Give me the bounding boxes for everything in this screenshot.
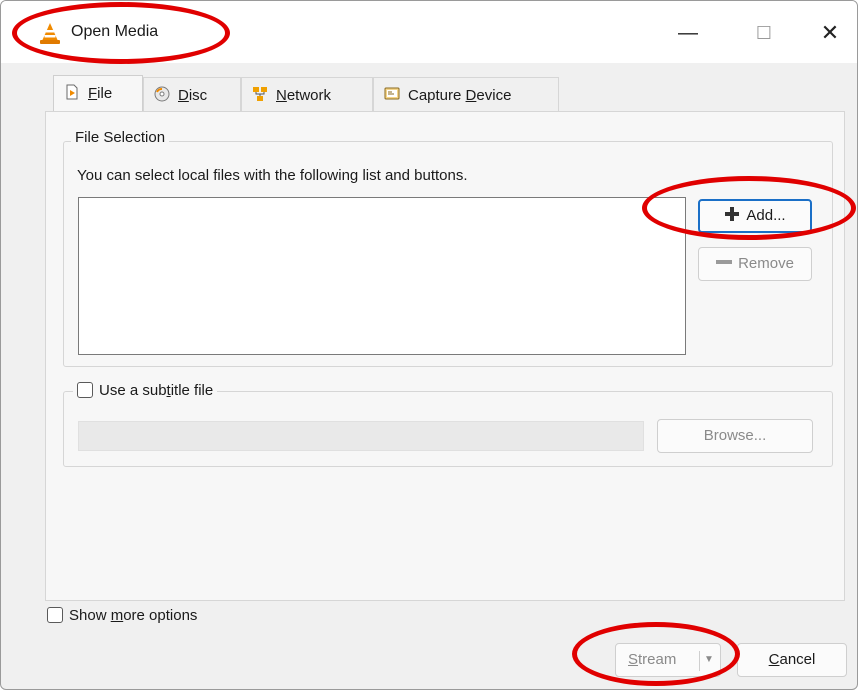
capture-device-icon: [384, 87, 400, 100]
browse-button[interactable]: Browse...: [657, 419, 813, 453]
close-button[interactable]: ✕: [807, 15, 853, 51]
open-media-dialog: Open Media — ☐ ✕ File Disc Network Captu: [0, 0, 858, 690]
show-more-options-label: Show more options: [69, 607, 198, 624]
add-button[interactable]: Add...: [698, 199, 812, 233]
tab-network-label: Network: [276, 87, 332, 104]
add-button-label: Add...: [746, 207, 786, 224]
tab-capture-label: Capture Device: [408, 87, 512, 104]
subtitle-checkbox-label: Use a subtitle file: [99, 382, 214, 399]
file-list[interactable]: [78, 197, 686, 355]
tab-disc-label: Disc: [178, 87, 208, 104]
minus-icon: [716, 260, 733, 264]
show-more-options-row[interactable]: Show more options: [47, 607, 197, 624]
vlc-cone-icon: [40, 23, 60, 44]
maximize-button[interactable]: ☐: [741, 15, 787, 51]
tab-network[interactable]: Network: [241, 77, 373, 111]
show-more-options-checkbox[interactable]: [47, 607, 63, 623]
tab-capture-device[interactable]: Capture Device: [373, 77, 559, 111]
cancel-button[interactable]: Cancel: [737, 643, 847, 677]
network-icon: [253, 87, 267, 101]
cancel-button-label: Cancel: [768, 651, 816, 668]
tab-file-label: File: [88, 85, 113, 102]
minimize-button[interactable]: —: [665, 15, 711, 51]
stream-button[interactable]: Stream ▼: [615, 643, 721, 677]
stream-separator: [699, 651, 700, 671]
title-bar: Open Media — ☐ ✕: [1, 1, 857, 63]
subtitle-checkbox-row[interactable]: Use a subtitle file: [73, 382, 218, 399]
file-selection-legend: File Selection: [71, 129, 170, 146]
disc-icon: [154, 86, 170, 102]
subtitle-file-input[interactable]: [78, 421, 644, 451]
window-title: Open Media: [71, 23, 159, 40]
tab-file[interactable]: File: [53, 75, 143, 113]
file-selection-description: You can select local files with the foll…: [77, 167, 468, 184]
chevron-down-icon[interactable]: ▼: [704, 644, 714, 676]
remove-button-label: Remove: [738, 255, 794, 272]
plus-icon: [725, 207, 740, 221]
remove-button[interactable]: Remove: [698, 247, 812, 281]
file-icon: [66, 84, 78, 100]
subtitle-checkbox[interactable]: [77, 382, 93, 398]
stream-button-label: Stream: [628, 651, 677, 668]
tab-disc[interactable]: Disc: [143, 77, 241, 111]
